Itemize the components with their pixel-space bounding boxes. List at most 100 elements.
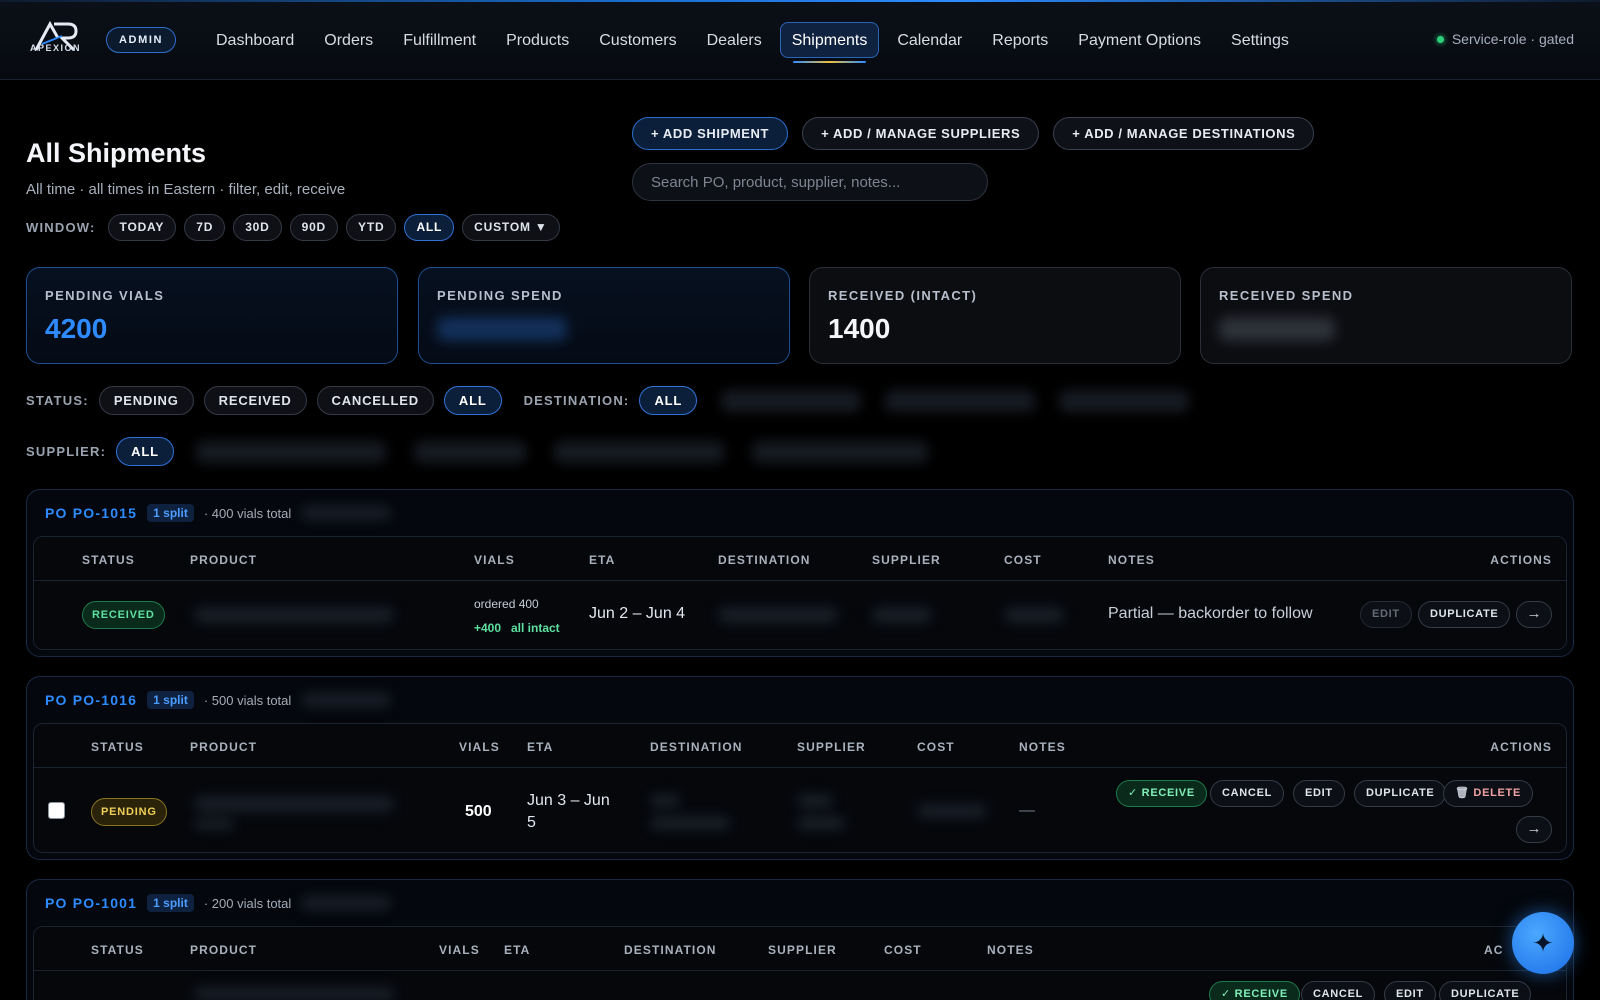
- status-all-chip[interactable]: ALL: [443, 386, 502, 415]
- nav-reports[interactable]: Reports: [980, 22, 1060, 58]
- duplicate-button[interactable]: DUPLICATE: [1418, 601, 1511, 628]
- sparkle-icon[interactable]: ✦: [1512, 912, 1574, 974]
- destination-option-redacted[interactable]: [885, 389, 1036, 412]
- destination-option-redacted[interactable]: [721, 389, 862, 412]
- status-cancelled-chip[interactable]: CANCELLED: [316, 386, 434, 415]
- window-today[interactable]: TODAY: [107, 214, 177, 241]
- supplier-option-redacted[interactable]: [553, 440, 724, 463]
- col-status: STATUS: [82, 553, 135, 567]
- nav-customers[interactable]: Customers: [587, 22, 688, 58]
- group-header: PO PO-1001 1 split · 200 vials total: [45, 894, 392, 912]
- eta: Jun 2 – Jun 4: [589, 605, 686, 622]
- receive-button[interactable]: ✓ RECEIVE: [1209, 981, 1300, 1000]
- nav-payment-options[interactable]: Payment Options: [1066, 22, 1213, 58]
- main-nav: Dashboard Orders Fulfillment Products Cu…: [204, 22, 1301, 63]
- receive-button[interactable]: ✓ RECEIVE: [1116, 780, 1207, 807]
- supplier-redacted: [797, 794, 833, 808]
- nav-orders[interactable]: Orders: [312, 22, 385, 58]
- supplier-all-chip[interactable]: ALL: [116, 437, 174, 466]
- window-90d[interactable]: 90D: [289, 214, 339, 241]
- col-eta: ETA: [589, 553, 616, 567]
- duplicate-button[interactable]: DUPLICATE: [1354, 780, 1447, 807]
- group-header: PO PO-1016 1 split · 500 vials total: [45, 691, 392, 709]
- destination-option-redacted[interactable]: [1059, 389, 1190, 412]
- col-product: PRODUCT: [190, 553, 258, 567]
- col-supplier: SUPPLIER: [797, 740, 866, 754]
- supplier-option-redacted[interactable]: [195, 440, 386, 463]
- col-vials: VIALS: [439, 943, 480, 957]
- window-ytd[interactable]: YTD: [346, 214, 397, 241]
- col-actions: ACTIONS: [1490, 740, 1552, 754]
- eta-line-1: Jun 3 – Jun: [527, 792, 610, 809]
- po-number[interactable]: PO PO-1016: [45, 692, 137, 708]
- manage-destinations-button[interactable]: + ADD / MANAGE DESTINATIONS: [1053, 117, 1315, 150]
- supplier-filter-label: SUPPLIER:: [26, 444, 107, 459]
- cancel-button[interactable]: CANCEL: [1301, 981, 1376, 1000]
- edit-button[interactable]: EDIT: [1360, 601, 1412, 628]
- manage-suppliers-button[interactable]: + ADD / MANAGE SUPPLIERS: [802, 117, 1040, 150]
- supplier-option-redacted[interactable]: [751, 440, 928, 463]
- table-header: STATUS PRODUCT VIALS ETA DESTINATION SUP…: [34, 537, 1566, 581]
- col-destination: DESTINATION: [624, 943, 717, 957]
- status-pending-chip[interactable]: PENDING: [98, 386, 194, 415]
- destination-redacted: [650, 794, 680, 808]
- stat-value-redacted: [437, 317, 771, 346]
- stat-received-intact: RECEIVED (INTACT) 1400: [809, 267, 1181, 364]
- notes: Partial — backorder to follow: [1108, 605, 1313, 622]
- nav-shipments[interactable]: Shipments: [779, 22, 880, 63]
- col-eta: ETA: [527, 740, 554, 754]
- col-product: PRODUCT: [190, 943, 258, 957]
- window-all[interactable]: ALL: [404, 214, 455, 241]
- cost-redacted: [917, 804, 987, 818]
- cancel-button[interactable]: CANCEL: [1210, 780, 1285, 807]
- col-vials: VIALS: [459, 740, 500, 754]
- vials-condition: all intact: [511, 621, 560, 635]
- window-7d[interactable]: 7D: [184, 214, 226, 241]
- product-detail-redacted: [194, 818, 234, 830]
- edit-button[interactable]: EDIT: [1384, 981, 1436, 1000]
- open-arrow-icon[interactable]: →: [1516, 816, 1552, 843]
- col-notes: NOTES: [1108, 553, 1155, 567]
- search-input[interactable]: [632, 163, 988, 201]
- col-status: STATUS: [91, 943, 144, 957]
- supplier-filter: SUPPLIER: ALL: [26, 437, 928, 466]
- add-shipment-button[interactable]: + ADD SHIPMENT: [632, 117, 789, 150]
- window-30d[interactable]: 30D: [233, 214, 282, 241]
- nav-settings[interactable]: Settings: [1219, 22, 1301, 58]
- open-arrow-icon[interactable]: →: [1516, 601, 1552, 628]
- col-status: STATUS: [91, 740, 144, 754]
- duplicate-button[interactable]: DUPLICATE: [1439, 981, 1532, 1000]
- vials-received: +400: [474, 621, 502, 635]
- col-destination: DESTINATION: [718, 553, 811, 567]
- edit-button[interactable]: EDIT: [1293, 780, 1345, 807]
- po-number[interactable]: PO PO-1015: [45, 505, 137, 521]
- nav-products[interactable]: Products: [494, 22, 581, 58]
- product-redacted: [194, 607, 394, 623]
- destination-all-chip[interactable]: ALL: [639, 386, 698, 415]
- destination-filter-label: DESTINATION:: [523, 393, 630, 408]
- service-status-text: Service-role · gated: [1451, 31, 1574, 47]
- col-supplier: SUPPLIER: [872, 553, 941, 567]
- po-number[interactable]: PO PO-1001: [45, 895, 137, 911]
- split-badge: 1 split: [147, 894, 194, 912]
- header-actions: + ADD SHIPMENT + ADD / MANAGE SUPPLIERS …: [632, 117, 1315, 150]
- nav-calendar[interactable]: Calendar: [885, 22, 974, 58]
- status-filter: STATUS: PENDING RECEIVED CANCELLED ALL D…: [26, 386, 1190, 415]
- nav-fulfillment[interactable]: Fulfillment: [391, 22, 488, 58]
- vials-total: · 400 vials total: [203, 505, 292, 521]
- supplier-option-redacted[interactable]: [413, 440, 526, 463]
- stat-value-redacted: [1219, 317, 1553, 346]
- product-redacted: [194, 987, 394, 1000]
- table-header: STATUS PRODUCT VIALS ETA DESTINATION SUP…: [34, 927, 1566, 971]
- page-title: All Shipments: [26, 138, 207, 168]
- window-custom-dropdown[interactable]: CUSTOM ▼: [462, 214, 560, 241]
- status-received-chip[interactable]: RECEIVED: [203, 386, 307, 415]
- vials: 500: [465, 803, 492, 820]
- nav-dealers[interactable]: Dealers: [695, 22, 774, 58]
- delete-button[interactable]: 🗑︎ DELETE: [1443, 780, 1534, 807]
- col-actions: AC: [1484, 943, 1504, 957]
- status-dot-icon: [1436, 35, 1444, 43]
- nav-dashboard[interactable]: Dashboard: [204, 22, 306, 58]
- cost-redacted: [1004, 607, 1064, 623]
- row-select-checkbox[interactable]: [48, 802, 65, 819]
